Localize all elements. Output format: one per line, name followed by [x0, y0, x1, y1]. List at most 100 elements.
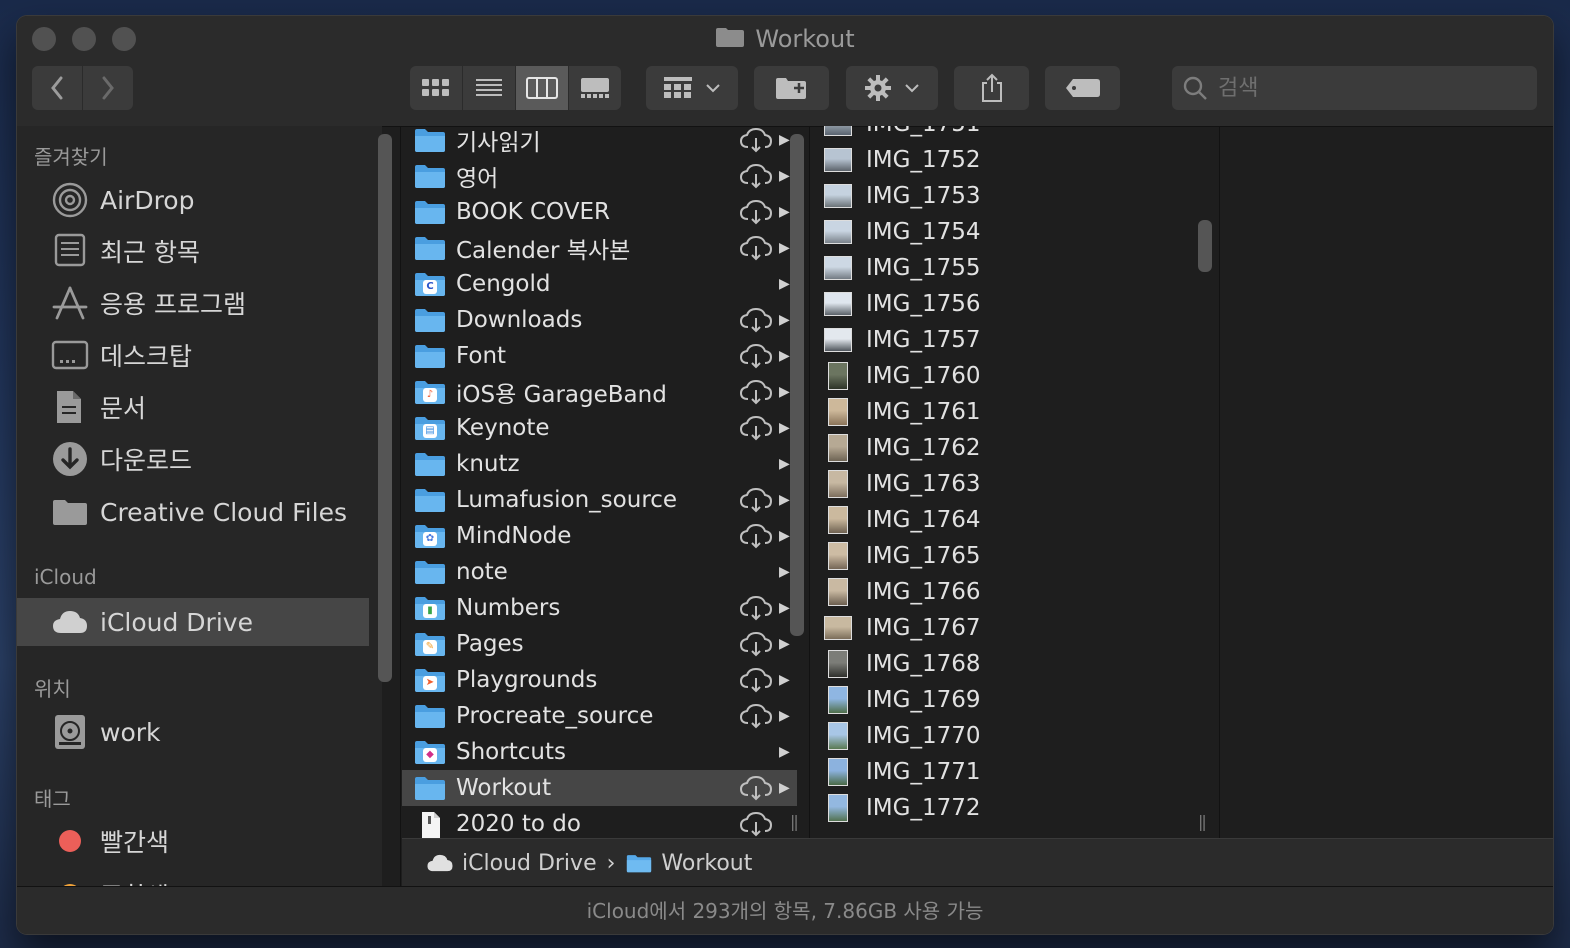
sidebar-item-airdrop[interactable]: AirDrop [17, 177, 369, 223]
file-row[interactable]: Workout ▶ [402, 770, 797, 806]
cloud-download-icon[interactable] [739, 163, 773, 189]
cloud-download-icon[interactable] [739, 811, 773, 837]
file-name: IMG_1765 [866, 543, 981, 569]
sidebar-item-recents[interactable]: 최근 항목 [17, 228, 369, 274]
group-button[interactable] [646, 66, 738, 110]
image-file-row[interactable]: IMG_1755 [812, 250, 1192, 286]
cloud-download-icon[interactable] [739, 667, 773, 693]
search-input[interactable] [1216, 74, 1520, 102]
path-item-workout[interactable]: Workout [661, 851, 752, 876]
file-row[interactable]: ➤ Playgrounds ▶ [402, 662, 797, 698]
forward-button[interactable] [83, 66, 133, 110]
new-folder-button[interactable] [754, 66, 829, 110]
cloud-download-icon[interactable] [739, 415, 773, 441]
sidebar-item-icloud-drive[interactable]: iCloud Drive [17, 598, 369, 646]
folder-icon [414, 163, 446, 189]
file-row[interactable]: ✎ Pages ▶ [402, 626, 797, 662]
image-file-row[interactable]: IMG_1764 [812, 502, 1192, 538]
sidebar-item-desktop[interactable]: 데스크탑 [17, 332, 369, 378]
cloud-download-icon[interactable] [739, 379, 773, 405]
image-file-row[interactable]: IMG_1762 [812, 430, 1192, 466]
sidebar-item-downloads[interactable]: 다운로드 [17, 436, 369, 482]
action-menu-button[interactable] [846, 66, 938, 110]
image-file-row[interactable]: IMG_1770 [812, 718, 1192, 754]
image-file-row[interactable]: IMG_1761 [812, 394, 1192, 430]
cloud-download-icon[interactable] [739, 595, 773, 621]
tag-button[interactable] [1045, 66, 1120, 110]
column2-scrollbar[interactable] [1198, 220, 1212, 272]
list-view-button[interactable] [463, 66, 516, 110]
file-row[interactable]: 영어 ▶ [402, 158, 797, 194]
sidebar-item-documents[interactable]: 문서 [17, 384, 369, 430]
image-file-row[interactable]: IMG_1757 [812, 322, 1192, 358]
file-row[interactable]: Font ▶ [402, 338, 797, 374]
file-row[interactable]: Downloads ▶ [402, 302, 797, 338]
image-file-row[interactable]: IMG_1772 [812, 790, 1192, 826]
file-row[interactable]: ◆ Shortcuts ▶ [402, 734, 797, 770]
column-resize-handle[interactable]: || [790, 812, 799, 831]
file-row[interactable]: ♪ iOS용 GarageBand ▶ [402, 374, 797, 410]
search-field[interactable] [1172, 66, 1537, 110]
file-row[interactable]: ▤ Keynote ▶ [402, 410, 797, 446]
column-view-button[interactable] [516, 66, 569, 110]
image-file-row[interactable]: IMG_1760 [812, 358, 1192, 394]
folder-icon: ✎ [414, 631, 446, 657]
image-file-row[interactable]: IMG_1763 [812, 466, 1192, 502]
cloud-download-icon[interactable] [739, 523, 773, 549]
sidebar-item-work[interactable]: work [17, 709, 369, 755]
cloud-icon [426, 853, 454, 873]
file-name: IMG_1756 [866, 291, 981, 317]
sidebar-item-tag-orange[interactable]: 주황색 [17, 872, 369, 886]
file-name: IMG_1752 [866, 147, 981, 173]
file-row[interactable]: 기사읽기 ▶ [402, 126, 797, 158]
cloud-download-icon[interactable] [739, 235, 773, 261]
file-name: IMG_1757 [866, 327, 981, 353]
cloud-download-icon[interactable] [739, 127, 773, 153]
folder-icon [414, 487, 446, 513]
sidebar-scrollbar[interactable] [378, 134, 392, 682]
image-file-row[interactable]: IMG_1771 [812, 754, 1192, 790]
cloud-download-icon[interactable] [739, 775, 773, 801]
image-file-row[interactable]: IMG_1754 [812, 214, 1192, 250]
file-name: IMG_1753 [866, 183, 981, 209]
file-row[interactable]: Procreate_source ▶ [402, 698, 797, 734]
sidebar-item-tag-red[interactable]: 빨간색 [17, 818, 369, 864]
image-file-row[interactable]: IMG_1756 [812, 286, 1192, 322]
file-row[interactable]: Lumafusion_source ▶ [402, 482, 797, 518]
gallery-view-button[interactable] [569, 66, 621, 110]
path-item-icloud-drive[interactable]: iCloud Drive [462, 851, 597, 876]
file-row[interactable]: ▮ Numbers ▶ [402, 590, 797, 626]
cloud-download-icon[interactable] [739, 343, 773, 369]
image-file-row[interactable]: IMG_1768 [812, 646, 1192, 682]
sidebar-divider [400, 126, 401, 886]
image-file-row[interactable]: IMG_1766 [812, 574, 1192, 610]
image-file-row[interactable]: IMG_1752 [812, 142, 1192, 178]
image-file-row[interactable]: IMG_1751 [812, 126, 1192, 142]
image-file-row[interactable]: IMG_1765 [812, 538, 1192, 574]
desktop-icon [50, 335, 90, 375]
sidebar-item-applications[interactable]: 응용 프로그램 [17, 280, 369, 326]
file-row[interactable]: 2020 to do [402, 806, 797, 838]
image-file-row[interactable]: IMG_1769 [812, 682, 1192, 718]
column-resize-handle[interactable]: || [1198, 812, 1207, 831]
file-row[interactable]: knutz ▶ [402, 446, 797, 482]
file-row[interactable]: ✿ MindNode ▶ [402, 518, 797, 554]
cloud-download-icon[interactable] [739, 487, 773, 513]
column1-scrollbar[interactable] [790, 134, 804, 636]
share-icon [981, 73, 1002, 102]
image-file-row[interactable]: IMG_1767 [812, 610, 1192, 646]
cloud-download-icon[interactable] [739, 199, 773, 225]
share-button[interactable] [954, 66, 1029, 110]
image-file-row[interactable]: IMG_1753 [812, 178, 1192, 214]
file-row[interactable]: C Cengold ▶ [402, 266, 797, 302]
file-row[interactable]: Calender 복사본 ▶ [402, 230, 797, 266]
sidebar-item-creative-cloud-files[interactable]: Creative Cloud Files [17, 489, 369, 535]
icon-view-button[interactable] [410, 66, 463, 110]
cloud-download-icon[interactable] [739, 307, 773, 333]
back-button[interactable] [32, 66, 83, 110]
folder-icon [625, 853, 653, 873]
cloud-download-icon[interactable] [739, 631, 773, 657]
cloud-download-icon[interactable] [739, 703, 773, 729]
file-row[interactable]: BOOK COVER ▶ [402, 194, 797, 230]
file-row[interactable]: note ▶ [402, 554, 797, 590]
